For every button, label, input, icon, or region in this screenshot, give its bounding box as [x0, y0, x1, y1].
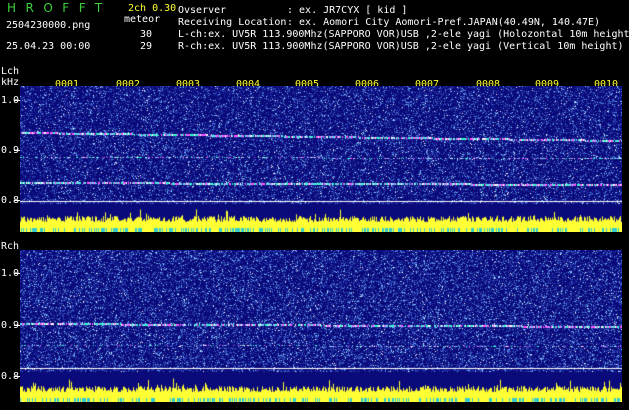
mode-label: meteor: [124, 14, 161, 25]
app-title: HROFFT: [7, 1, 112, 15]
rch-count: 29: [140, 41, 153, 52]
lch-label: Lch: [1, 66, 20, 77]
location-label: Receiving Location: [178, 17, 287, 28]
rch-info: R-ch:ex. UV5R 113.900Mhz(SAPPORO VOR)USB…: [178, 41, 624, 52]
rch-spectrogram-panel: [20, 250, 622, 402]
datetime-label: 25.04.23 00:00: [6, 41, 91, 52]
lch-spectrogram: [20, 86, 622, 232]
lch-unit: kHz: [1, 77, 20, 88]
observer-label: Ovserver: [178, 5, 227, 16]
observer-value: : ex. JR7CYX [ kid ]: [287, 5, 408, 16]
rch-label: Rch: [1, 241, 20, 252]
lch-spectrogram-panel: [20, 86, 622, 232]
lch-count: 30: [140, 29, 153, 40]
rch-spectrogram: [20, 250, 622, 402]
version-label: 2ch 0.30: [128, 3, 177, 14]
filename-label: 2504230000.png: [6, 20, 91, 31]
lch-info: L-ch:ex. UV5R 113.900Mhz(SAPPORO VOR)USB…: [178, 29, 629, 40]
location-value: : ex. Aomori City Aomori-Pref.JAPAN(40.4…: [287, 17, 601, 28]
